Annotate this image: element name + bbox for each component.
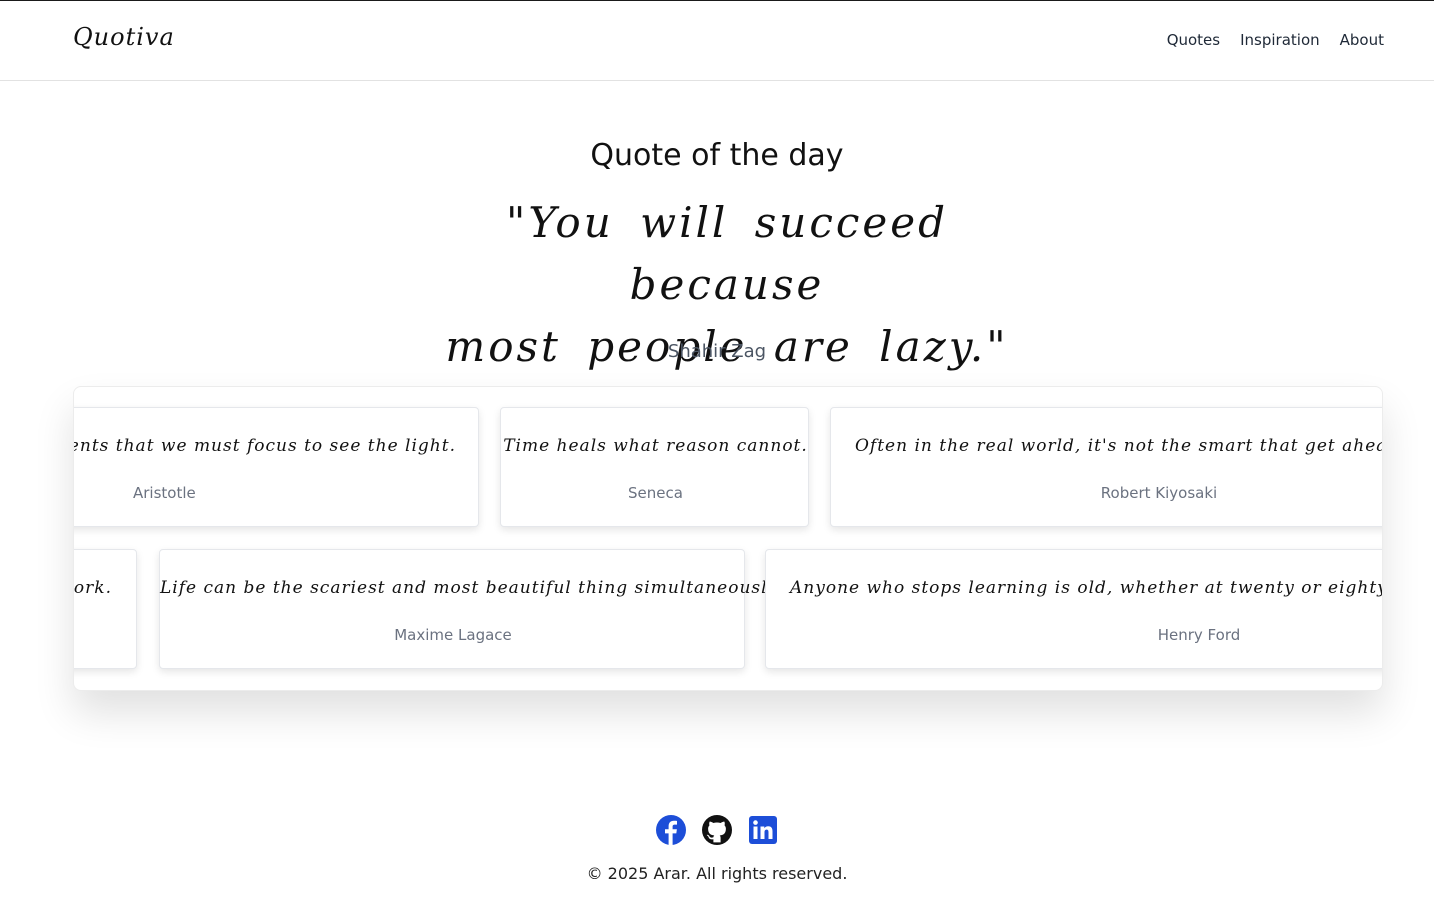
quote-card[interactable]: Often in the real world, it's not the sm…: [830, 407, 1382, 527]
facebook-icon[interactable]: [656, 815, 686, 845]
quote-text: Anyone who stops learning is old, whethe…: [790, 578, 1382, 598]
quote-author: Seneca: [628, 484, 683, 502]
quote-author: Henry Ford: [1157, 626, 1241, 644]
quote-text: work.: [73, 578, 112, 598]
social-links: [0, 815, 1434, 845]
quote-card[interactable]: work.: [73, 549, 137, 669]
quote-author: Maxime Lagace: [394, 626, 512, 644]
quotes-carousel[interactable]: moments that we must focus to see the li…: [73, 386, 1383, 691]
nav-item-about[interactable]: About: [1340, 31, 1384, 49]
quote-author: Robert Kiyosaki: [1100, 484, 1218, 502]
quote-card[interactable]: moments that we must focus to see the li…: [74, 407, 479, 527]
daily-quote-author: Shahir Zag: [667, 341, 767, 362]
quote-card[interactable]: Anyone who stops learning is old, whethe…: [765, 549, 1382, 669]
logo[interactable]: Quotiva: [73, 23, 175, 51]
github-icon[interactable]: [702, 815, 732, 845]
quote-author: Aristotle: [133, 484, 196, 502]
main-nav: Quotes Inspiration About: [1167, 31, 1384, 49]
quote-text: Often in the real world, it's not the sm…: [855, 436, 1382, 456]
quote-text: Time heals what reason cannot.: [503, 436, 808, 456]
site-header: Quotiva Quotes Inspiration About: [0, 1, 1434, 81]
copyright-text: © 2025 Arar. All rights reserved.: [586, 864, 848, 883]
page-title: Quote of the day: [590, 138, 844, 173]
quote-card[interactable]: Life can be the scariest and most beauti…: [159, 549, 783, 669]
nav-item-quotes[interactable]: Quotes: [1167, 31, 1220, 49]
quote-text: moments that we must focus to see the li…: [74, 436, 456, 456]
daily-quote-line-1: "You will succeed because: [506, 198, 948, 309]
linkedin-icon[interactable]: [748, 815, 778, 845]
nav-item-inspiration[interactable]: Inspiration: [1240, 31, 1320, 49]
quote-text: Life can be the scariest and most beauti…: [160, 578, 783, 598]
quote-card[interactable]: Time heals what reason cannot. Seneca: [500, 407, 809, 527]
